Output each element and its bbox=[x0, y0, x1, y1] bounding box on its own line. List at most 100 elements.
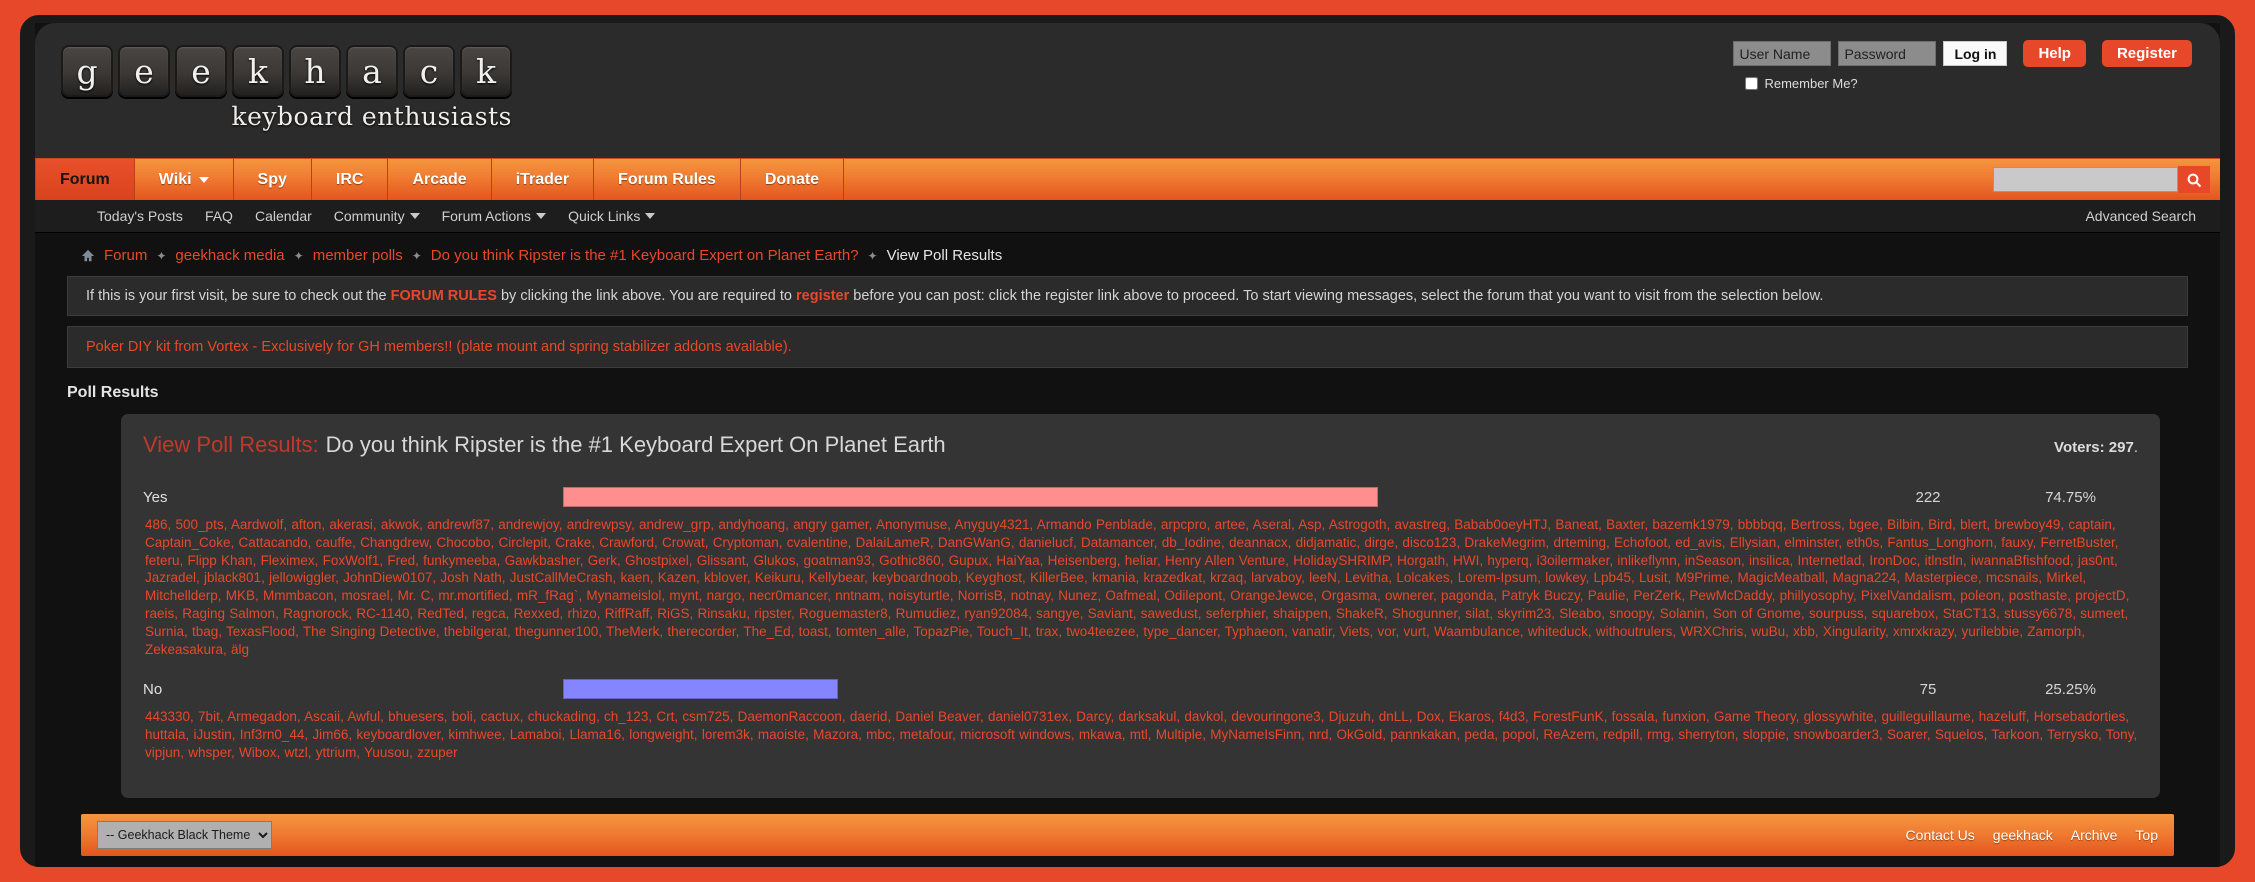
announcement-link[interactable]: Poker DIY kit from Vortex - Exclusively … bbox=[86, 339, 792, 355]
footer-link-top[interactable]: Top bbox=[2135, 827, 2158, 843]
logo-keycap: h bbox=[289, 45, 341, 97]
nav-item-forum-rules[interactable]: Forum Rules bbox=[594, 159, 741, 200]
footer-links: Contact Us geekhack Archive Top bbox=[1906, 827, 2158, 843]
chevron-down-icon bbox=[536, 213, 547, 219]
poll-option-line: No 75 25.25% bbox=[143, 674, 2138, 704]
username-input[interactable] bbox=[1733, 41, 1832, 66]
notice-text-part3: before you can post: click the register … bbox=[849, 288, 1824, 304]
header-search bbox=[1993, 159, 2220, 200]
subnav-label: Today's Posts bbox=[97, 208, 183, 224]
logo-keycap: k bbox=[460, 45, 512, 97]
notice-text-part1: If this is your first visit, be sure to … bbox=[86, 288, 391, 304]
subnav-label: Forum Actions bbox=[441, 208, 532, 224]
voters-label: Voters: bbox=[2054, 439, 2105, 456]
subnav-item-quick-links[interactable]: Quick Links bbox=[568, 208, 656, 224]
site-tagline: keyboard enthusiasts bbox=[231, 102, 512, 131]
remember-me-checkbox[interactable]: Remember Me? bbox=[1745, 76, 1858, 91]
login-button[interactable]: Log in bbox=[1943, 41, 2008, 66]
site-logo[interactable]: g e e k h a c k keyboard enthusiasts bbox=[61, 45, 512, 131]
register-button[interactable]: Register bbox=[2101, 40, 2192, 67]
poll-option-label: No bbox=[143, 680, 163, 698]
login-form: Log in Help Register Remember Me? bbox=[1733, 40, 2192, 91]
search-icon bbox=[2187, 173, 2202, 187]
poll-voter-list-no: 443330, 7bit, Armegadon, Ascaii, Awful, … bbox=[145, 709, 2138, 760]
poll-bar-yes bbox=[563, 487, 1378, 507]
remember-me-label: Remember Me? bbox=[1764, 76, 1858, 91]
login-row: Log in Help Register bbox=[1733, 40, 2192, 67]
remember-me-input[interactable] bbox=[1745, 77, 1759, 90]
breadcrumb-separator-icon: ✦ bbox=[411, 248, 422, 263]
poll-results-panel: View Poll Results: Do you think Ripster … bbox=[121, 414, 2160, 798]
nav-item-donate[interactable]: Donate bbox=[741, 159, 845, 200]
site-header: g e e k h a c k keyboard enthusiasts Log… bbox=[35, 23, 2220, 158]
forum-rules-link[interactable]: FORUM RULES bbox=[391, 288, 497, 304]
logo-keycap: g bbox=[61, 45, 113, 97]
poll-option-percent: 74.75% bbox=[2045, 488, 2096, 506]
poll-option-votes: 75 bbox=[1919, 680, 1937, 698]
breadcrumb: Forum ✦ geekhack media ✦ member polls ✦ … bbox=[59, 233, 2196, 276]
nav-label: Spy bbox=[257, 170, 287, 188]
search-button[interactable] bbox=[2178, 166, 2210, 193]
poll-bar-no bbox=[563, 679, 839, 700]
subnav-item-community[interactable]: Community bbox=[334, 208, 420, 224]
subnav-label: Calendar bbox=[254, 208, 312, 224]
nav-item-itrader[interactable]: iTrader bbox=[492, 159, 595, 200]
breadcrumb-link-forum[interactable]: Forum bbox=[104, 247, 147, 264]
home-icon[interactable] bbox=[81, 249, 95, 263]
poll-option-row: Yes 222 74.75% 486, 500_pts, Aardwolf, a… bbox=[143, 482, 2138, 668]
nav-item-forum[interactable]: Forum bbox=[35, 159, 135, 200]
nav-label: Forum Rules bbox=[618, 170, 716, 188]
nav-label: iTrader bbox=[515, 170, 570, 188]
subnav-label: FAQ bbox=[204, 208, 233, 224]
poll-option-label: Yes bbox=[143, 488, 168, 506]
footer-link-contact-us[interactable]: Contact Us bbox=[1906, 827, 1975, 843]
search-input[interactable] bbox=[1993, 167, 2178, 192]
logo-keycap: c bbox=[403, 45, 455, 97]
footer-link-archive[interactable]: Archive bbox=[2071, 827, 2118, 843]
logo-keycap: a bbox=[346, 45, 398, 97]
logo-keycap: e bbox=[175, 45, 227, 97]
page-footer: -- Geekhack Black Theme Contact Us geekh… bbox=[81, 813, 2174, 856]
subnav-item-forum-actions[interactable]: Forum Actions bbox=[441, 208, 547, 224]
logo-keycap: k bbox=[232, 45, 284, 97]
secondary-navigation: Today's Posts FAQ Calendar Community For… bbox=[35, 200, 2220, 233]
footer-link-geekhack[interactable]: geekhack bbox=[1993, 827, 2053, 843]
nav-item-arcade[interactable]: Arcade bbox=[388, 159, 492, 200]
advanced-search-link[interactable]: Advanced Search bbox=[2085, 208, 2196, 224]
notice-text-part2: by clicking the link above. You are requ… bbox=[496, 288, 797, 304]
password-input[interactable] bbox=[1838, 41, 1937, 66]
nav-item-wiki[interactable]: Wiki bbox=[135, 159, 234, 200]
page-inner: g e e k h a c k keyboard enthusiasts Log… bbox=[35, 23, 2220, 867]
nav-item-spy[interactable]: Spy bbox=[234, 159, 312, 200]
main-navigation: Forum Wiki Spy IRC Arcade iTrader Forum … bbox=[35, 158, 2220, 200]
breadcrumb-link-geekhack-media[interactable]: geekhack media bbox=[175, 247, 284, 264]
breadcrumb-separator-icon: ✦ bbox=[156, 248, 167, 263]
poll-voter-list-yes: 486, 500_pts, Aardwolf, afton, akerasi, … bbox=[145, 517, 2130, 657]
register-link[interactable]: register bbox=[796, 288, 849, 304]
help-button[interactable]: Help bbox=[2023, 40, 2086, 67]
subnav-item-faq[interactable]: FAQ bbox=[205, 208, 233, 224]
chevron-down-icon bbox=[198, 176, 209, 183]
chevron-down-icon bbox=[645, 213, 656, 219]
logo-keycap: e bbox=[118, 45, 170, 97]
breadcrumb-current: View Poll Results bbox=[886, 247, 1003, 264]
chevron-down-icon bbox=[409, 213, 420, 219]
poll-header: View Poll Results: Do you think Ripster … bbox=[143, 432, 2138, 458]
main-content: Forum ✦ geekhack media ✦ member polls ✦ … bbox=[35, 233, 2220, 867]
poll-results-label: View Poll Results: bbox=[143, 432, 319, 457]
poll-question: Do you think Ripster is the #1 Keyboard … bbox=[325, 432, 946, 457]
voters-number: 297 bbox=[2108, 439, 2134, 456]
subnav-label: Quick Links bbox=[568, 208, 641, 224]
browser-page-frame: g e e k h a c k keyboard enthusiasts Log… bbox=[13, 8, 2242, 874]
subnav-item-todays-posts[interactable]: Today's Posts bbox=[97, 208, 183, 224]
logo-keycaps: g e e k h a c k bbox=[61, 45, 512, 97]
nav-label: Donate bbox=[764, 170, 820, 188]
theme-selector[interactable]: -- Geekhack Black Theme bbox=[97, 820, 272, 849]
poll-bar-area bbox=[563, 679, 1853, 700]
breadcrumb-link-member-polls[interactable]: member polls bbox=[313, 247, 403, 264]
poll-option-percent: 25.25% bbox=[2045, 680, 2096, 698]
nav-item-irc[interactable]: IRC bbox=[312, 159, 389, 200]
breadcrumb-link-thread[interactable]: Do you think Ripster is the #1 Keyboard … bbox=[431, 247, 859, 264]
voters-period: . bbox=[2133, 439, 2138, 456]
subnav-item-calendar[interactable]: Calendar bbox=[255, 208, 312, 224]
